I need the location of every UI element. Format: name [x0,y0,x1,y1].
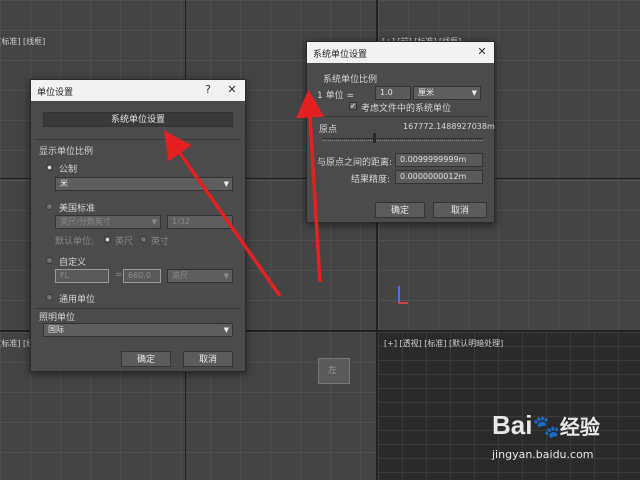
arrow-to-unit-scale [296,89,325,283]
watermark-brand-suffix: 经验 [559,417,600,439]
annotation-arrows [163,89,325,298]
watermark-brand: Bai [492,410,533,440]
watermark-url: jingyan.baidu.com [492,448,594,461]
paw-icon: 🐾 [532,414,560,439]
watermark-logo: Bai🐾经验 [492,410,600,441]
arrow-to-system-setup-button [163,130,282,298]
